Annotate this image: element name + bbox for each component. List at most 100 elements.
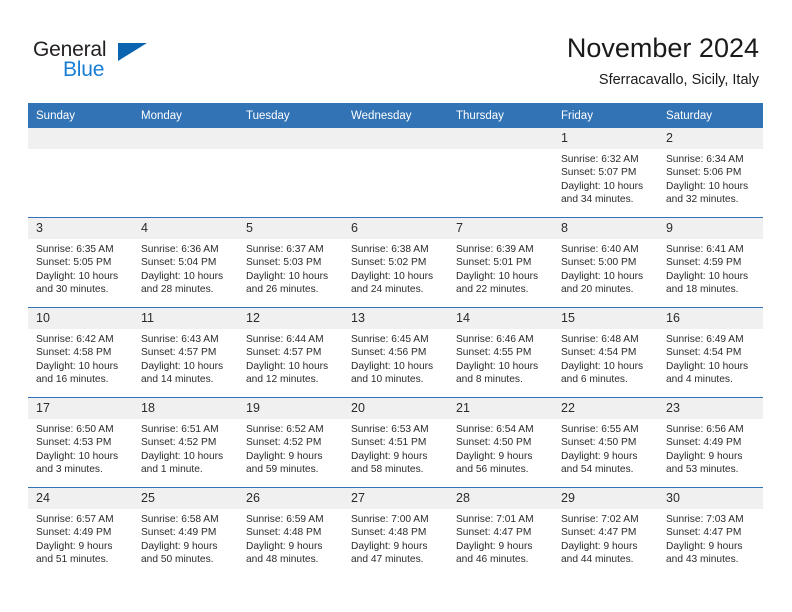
calendar-day-cell[interactable]: 17 Sunrise: 6:50 AM Sunset: 4:53 PM Dayligh… [28,397,133,488]
logo-text-blue: Blue [63,58,105,81]
calendar-table: Sunday Monday Tuesday Wednesday Thursday Frid… [28,103,763,577]
calendar-day-cell[interactable]: 30 Sunrise: 7:03 AM Sunset: 4:47 PM Dayligh… [658,487,763,577]
calendar-day-cell[interactable]: 11 Sunrise: 6:43 AM Sunset: 4:57 PM Dayligh… [133,307,238,398]
calendar-day-cell[interactable]: 1 Sunrise: 6:32 AM Sunset: 5:07 PM Daylight… [553,128,658,218]
day-sun-info: Sunrise: 6:44 AM Sunset: 4:57 PM Daylight:… [238,329,343,387]
calendar-day-cell[interactable]: 28 Sunrise: 7:01 AM Sunset: 4:47 PM Dayligh… [448,487,553,577]
calendar-day-cell[interactable]: 27 Sunrise: 7:00 AM Sunset: 4:48 PM Dayligh… [343,487,448,577]
day-sun-info: Sunrise: 6:41 AM Sunset: 4:59 PM Daylight:… [658,239,763,297]
sunrise-time: Sunrise: 7:03 AM [666,514,744,525]
sunrise-time: Sunrise: 6:49 AM [666,334,744,345]
daylight-duration-line1: Daylight: 9 hours [351,540,428,552]
calendar-day-cell[interactable]: 23 Sunrise: 6:56 AM Sunset: 4:49 PM Dayligh… [658,397,763,488]
location-subtitle: Sferracavallo, Sicily, Italy [598,72,759,88]
calendar-day-cell[interactable]: 12 Sunrise: 6:44 AM Sunset: 4:57 PM Dayligh… [238,307,343,398]
sunset-time: Sunset: 5:00 PM [561,257,637,269]
calendar-day-cell[interactable]: 20 Sunrise: 6:53 AM Sunset: 4:51 PM Dayligh… [343,397,448,488]
sunset-time: Sunset: 4:49 PM [141,527,217,539]
sunset-time: Sunset: 4:49 PM [666,437,742,449]
daylight-duration-line2: and 10 minutes. [351,374,424,386]
day-sun-info: Sunrise: 6:48 AM Sunset: 4:54 PM Daylight:… [553,329,658,387]
calendar-day-cell[interactable]: 7 Sunrise: 6:39 AM Sunset: 5:01 PM Daylight… [448,217,553,308]
sunset-time: Sunset: 4:57 PM [246,347,322,359]
day-number: 3 [28,218,133,239]
day-number [343,128,448,149]
calendar-day-cell[interactable]: 8 Sunrise: 6:40 AM Sunset: 5:00 PM Daylight… [553,217,658,308]
day-sun-info: Sunrise: 6:49 AM Sunset: 4:54 PM Daylight:… [658,329,763,387]
sunset-time: Sunset: 4:55 PM [456,347,532,359]
calendar-day-cell[interactable]: 2 Sunrise: 6:34 AM Sunset: 5:06 PM Daylight… [658,128,763,218]
calendar-day-cell[interactable]: 3 Sunrise: 6:35 AM Sunset: 5:05 PM Daylight… [28,217,133,308]
daylight-duration-line2: and 50 minutes. [141,554,214,566]
daylight-duration-line2: and 34 minutes. [561,194,634,206]
sunset-time: Sunset: 4:54 PM [561,347,637,359]
day-sun-info: Sunrise: 6:51 AM Sunset: 4:52 PM Daylight:… [133,419,238,477]
day-sun-info: Sunrise: 6:57 AM Sunset: 4:49 PM Daylight:… [28,509,133,567]
calendar-week-row: 1 Sunrise: 6:32 AM Sunset: 5:07 PM Daylight… [28,128,763,218]
weekday-header-friday: Friday [553,103,658,128]
calendar-day-cell[interactable]: 5 Sunrise: 6:37 AM Sunset: 5:03 PM Daylight… [238,217,343,308]
daylight-duration-line1: Daylight: 10 hours [561,360,644,372]
calendar-day-cell[interactable]: 26 Sunrise: 6:59 AM Sunset: 4:48 PM Dayligh… [238,487,343,577]
sunrise-time: Sunrise: 6:53 AM [351,424,429,435]
daylight-duration-line1: Daylight: 9 hours [561,540,638,552]
daylight-duration-line2: and 44 minutes. [561,554,634,566]
day-sun-info: Sunrise: 6:38 AM Sunset: 5:02 PM Daylight:… [343,239,448,297]
sunset-time: Sunset: 5:06 PM [666,167,742,179]
sunset-time: Sunset: 4:51 PM [351,437,427,449]
calendar-day-cell[interactable]: 6 Sunrise: 6:38 AM Sunset: 5:02 PM Daylight… [343,217,448,308]
daylight-duration-line1: Daylight: 9 hours [351,450,428,462]
calendar-body: 1 Sunrise: 6:32 AM Sunset: 5:07 PM Daylight… [28,128,763,577]
daylight-duration-line1: Daylight: 10 hours [351,270,434,282]
sunrise-time: Sunrise: 6:35 AM [36,244,114,255]
day-number: 8 [553,218,658,239]
day-number: 28 [448,488,553,509]
day-number: 21 [448,398,553,419]
daylight-duration-line1: Daylight: 10 hours [246,360,329,372]
calendar-day-cell[interactable]: 14 Sunrise: 6:46 AM Sunset: 4:55 PM Dayligh… [448,307,553,398]
general-blue-logo[interactable]: General Blue [33,38,163,84]
sunrise-time: Sunrise: 6:45 AM [351,334,429,345]
sunrise-time: Sunrise: 6:46 AM [456,334,534,345]
sunset-time: Sunset: 4:52 PM [141,437,217,449]
calendar-day-cell[interactable]: 9 Sunrise: 6:41 AM Sunset: 4:59 PM Daylight… [658,217,763,308]
day-number [238,128,343,149]
calendar-day-cell[interactable]: 13 Sunrise: 6:45 AM Sunset: 4:56 PM Dayligh… [343,307,448,398]
calendar-day-cell[interactable]: 21 Sunrise: 6:54 AM Sunset: 4:50 PM Dayligh… [448,397,553,488]
sunrise-time: Sunrise: 6:36 AM [141,244,219,255]
day-number: 9 [658,218,763,239]
sunset-time: Sunset: 4:47 PM [561,527,637,539]
calendar-day-cell[interactable]: 15 Sunrise: 6:48 AM Sunset: 4:54 PM Dayligh… [553,307,658,398]
daylight-duration-line1: Daylight: 9 hours [36,540,113,552]
sunrise-time: Sunrise: 6:39 AM [456,244,534,255]
day-sun-info: Sunrise: 7:03 AM Sunset: 4:47 PM Daylight:… [658,509,763,567]
sunrise-time: Sunrise: 6:43 AM [141,334,219,345]
weekday-header-wednesday: Wednesday [343,103,448,128]
day-number: 17 [28,398,133,419]
daylight-duration-line2: and 47 minutes. [351,554,424,566]
day-number: 16 [658,308,763,329]
daylight-duration-line2: and 48 minutes. [246,554,319,566]
daylight-duration-line1: Daylight: 10 hours [456,360,539,372]
calendar-day-cell[interactable]: 25 Sunrise: 6:58 AM Sunset: 4:49 PM Dayligh… [133,487,238,577]
sunrise-time: Sunrise: 6:40 AM [561,244,639,255]
day-sun-info: Sunrise: 6:50 AM Sunset: 4:53 PM Daylight:… [28,419,133,477]
calendar-day-cell[interactable]: 10 Sunrise: 6:42 AM Sunset: 4:58 PM Dayligh… [28,307,133,398]
day-number: 24 [28,488,133,509]
day-number: 20 [343,398,448,419]
sunset-time: Sunset: 4:54 PM [666,347,742,359]
calendar-day-cell[interactable]: 24 Sunrise: 6:57 AM Sunset: 4:49 PM Dayligh… [28,487,133,577]
sunrise-time: Sunrise: 7:02 AM [561,514,639,525]
daylight-duration-line2: and 16 minutes. [36,374,109,386]
calendar-day-cell[interactable]: 19 Sunrise: 6:52 AM Sunset: 4:52 PM Dayligh… [238,397,343,488]
sunset-time: Sunset: 4:52 PM [246,437,322,449]
sunrise-time: Sunrise: 7:00 AM [351,514,429,525]
day-sun-info: Sunrise: 6:35 AM Sunset: 5:05 PM Daylight:… [28,239,133,297]
calendar-day-cell[interactable]: 22 Sunrise: 6:55 AM Sunset: 4:50 PM Dayligh… [553,397,658,488]
calendar-day-cell[interactable]: 16 Sunrise: 6:49 AM Sunset: 4:54 PM Dayligh… [658,307,763,398]
daylight-duration-line2: and 12 minutes. [246,374,319,386]
weekday-header-saturday: Saturday [658,103,763,128]
calendar-day-cell[interactable]: 29 Sunrise: 7:02 AM Sunset: 4:47 PM Dayligh… [553,487,658,577]
calendar-day-cell[interactable]: 18 Sunrise: 6:51 AM Sunset: 4:52 PM Dayligh… [133,397,238,488]
calendar-day-cell[interactable]: 4 Sunrise: 6:36 AM Sunset: 5:04 PM Daylight… [133,217,238,308]
